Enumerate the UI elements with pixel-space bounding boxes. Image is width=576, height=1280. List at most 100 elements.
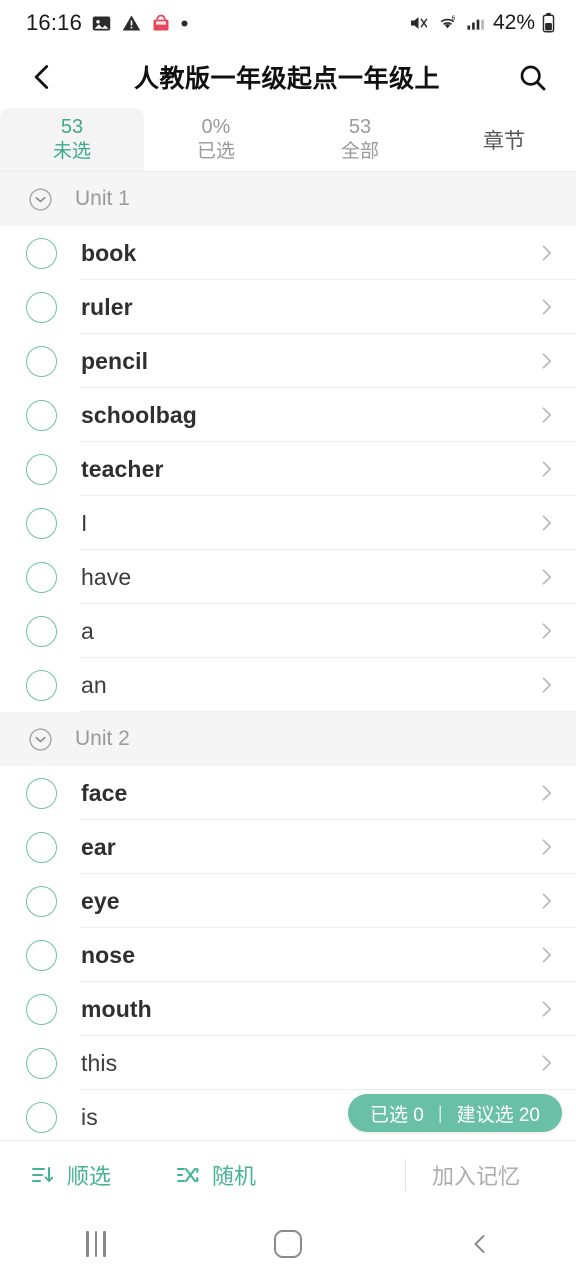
signal-icon (465, 13, 485, 33)
random-label: 随机 (212, 1163, 257, 1189)
select-circle-icon[interactable] (26, 669, 57, 701)
wifi-icon: 6 (436, 13, 459, 33)
phone-screen: 16:16 6 42% 人教版一年级起点一年级上 53 未选 0% 已选 53 … (0, 0, 576, 1280)
tab-all-label: 全部 (340, 141, 379, 163)
list-item[interactable]: nose (0, 928, 576, 982)
select-circle-icon[interactable] (26, 237, 57, 269)
list-item[interactable]: teacher (0, 442, 576, 496)
android-nav-bar (0, 1208, 576, 1280)
select-circle-icon[interactable] (26, 885, 57, 917)
bottom-toolbar: 顺选 随机 加入记忆 (0, 1140, 576, 1208)
chevron-right-icon[interactable] (536, 404, 556, 426)
list-item[interactable]: ruler (0, 280, 576, 334)
tab-unselected[interactable]: 53 未选 (0, 108, 144, 171)
tab-chapters[interactable]: 章节 (432, 108, 576, 171)
chevron-down-circle-icon (28, 727, 53, 752)
selection-badge[interactable]: 已选 0 | 建议选 20 (348, 1094, 562, 1132)
word-text: this (81, 1049, 118, 1076)
select-circle-icon[interactable] (26, 993, 57, 1025)
photo-icon (91, 13, 112, 34)
status-bar-right: 6 42% (407, 11, 556, 35)
list-item[interactable]: a (0, 604, 576, 658)
back-button[interactable] (20, 55, 64, 99)
select-circle-icon[interactable] (26, 777, 57, 809)
chevron-right-icon[interactable] (536, 1052, 556, 1074)
word-text: pencil (81, 347, 149, 374)
select-circle-icon[interactable] (26, 345, 57, 377)
home-button[interactable] (248, 1216, 328, 1272)
select-circle-icon[interactable] (26, 453, 57, 485)
unit-header[interactable]: Unit 1 (0, 172, 576, 226)
recents-icon (86, 1231, 106, 1257)
tab-all-count: 53 (348, 116, 372, 139)
chevron-right-icon[interactable] (536, 350, 556, 372)
badge-separator: | (437, 1102, 443, 1123)
app-icon (151, 13, 171, 33)
warning-icon (121, 13, 142, 33)
word-text: ruler (81, 293, 133, 320)
chevron-right-icon[interactable] (536, 782, 556, 804)
tab-chapters-label: 章节 (483, 129, 525, 153)
chevron-right-icon[interactable] (536, 944, 556, 966)
select-circle-icon[interactable] (26, 399, 57, 431)
chevron-right-icon[interactable] (536, 296, 556, 318)
select-circle-icon[interactable] (26, 291, 57, 323)
list-item[interactable]: face (0, 766, 576, 820)
select-circle-icon[interactable] (26, 1047, 57, 1079)
tab-unselected-label: 未选 (52, 141, 91, 163)
tab-all[interactable]: 53 全部 (288, 108, 432, 171)
status-time: 16:16 (26, 10, 83, 35)
list-item[interactable]: schoolbag (0, 388, 576, 442)
word-list[interactable]: Unit 1 book ruler pencil schoolbag teach… (0, 172, 576, 1140)
select-circle-icon[interactable] (26, 939, 57, 971)
list-item[interactable]: pencil (0, 334, 576, 388)
list-item[interactable]: eye (0, 874, 576, 928)
search-button[interactable] (510, 55, 554, 99)
list-item[interactable]: this (0, 1036, 576, 1090)
sort-select-label: 顺选 (67, 1163, 112, 1189)
chevron-right-icon[interactable] (536, 890, 556, 912)
word-text: teacher (81, 455, 164, 482)
list-item[interactable]: mouth (0, 982, 576, 1036)
chevron-right-icon[interactable] (536, 566, 556, 588)
list-item[interactable]: book (0, 226, 576, 280)
list-item[interactable]: an (0, 658, 576, 712)
list-item[interactable]: have (0, 550, 576, 604)
select-circle-icon[interactable] (26, 1101, 57, 1133)
chevron-right-icon[interactable] (536, 836, 556, 858)
svg-text:6: 6 (452, 15, 456, 22)
status-bar: 16:16 6 42% (0, 0, 576, 46)
unit-label: Unit 1 (75, 187, 130, 210)
chevron-right-icon[interactable] (536, 458, 556, 480)
tab-selected[interactable]: 0% 已选 (144, 108, 288, 171)
suggested-count-label: 建议选 20 (456, 1104, 540, 1126)
word-text: a (81, 617, 94, 644)
word-text: nose (81, 941, 136, 968)
list-item[interactable]: I (0, 496, 576, 550)
chevron-right-icon[interactable] (536, 674, 556, 696)
chevron-right-icon[interactable] (536, 998, 556, 1020)
unit-header[interactable]: Unit 2 (0, 712, 576, 766)
home-icon (274, 1230, 302, 1258)
word-text: face (81, 779, 128, 806)
random-button[interactable]: 随机 (163, 1159, 268, 1191)
select-circle-icon[interactable] (26, 615, 57, 647)
selected-count-label: 已选 0 (370, 1104, 424, 1126)
list-item[interactable]: ear (0, 820, 576, 874)
word-text: an (81, 671, 107, 698)
recents-button[interactable] (56, 1216, 136, 1272)
select-circle-icon[interactable] (26, 831, 57, 863)
chevron-right-icon[interactable] (536, 242, 556, 264)
add-to-memory-button[interactable]: 加入记忆 (432, 1159, 554, 1191)
unit-label: Unit 2 (75, 727, 130, 750)
chevron-right-icon[interactable] (536, 620, 556, 642)
select-circle-icon[interactable] (26, 507, 57, 539)
app-header: 人教版一年级起点一年级上 (0, 46, 576, 108)
chevron-right-icon[interactable] (536, 512, 556, 534)
word-text: I (81, 509, 88, 536)
tab-selected-label: 已选 (196, 141, 235, 163)
sort-select-button[interactable]: 顺选 (18, 1159, 123, 1191)
nav-back-button[interactable] (440, 1216, 520, 1272)
select-circle-icon[interactable] (26, 561, 57, 593)
word-text: schoolbag (81, 401, 197, 428)
